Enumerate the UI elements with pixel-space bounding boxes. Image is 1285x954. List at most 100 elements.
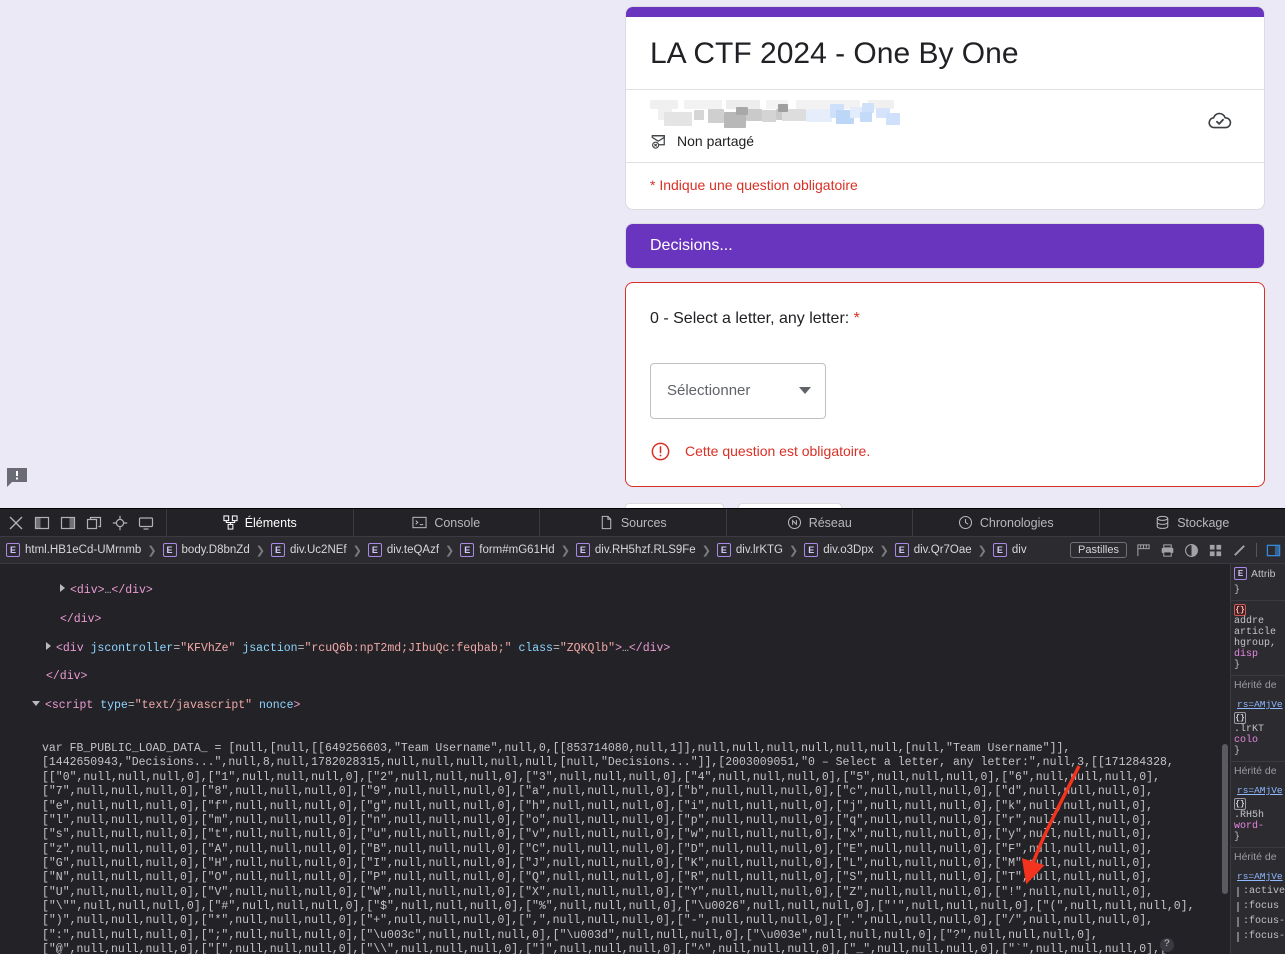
tab-network[interactable]: Réseau xyxy=(727,509,914,536)
help-badge[interactable]: ? xyxy=(1160,938,1174,952)
css-property[interactable]: word- xyxy=(1234,821,1282,832)
tab-console[interactable]: Console xyxy=(354,509,541,536)
contrast-icon[interactable] xyxy=(1184,543,1199,558)
share-status-row: Non partagé xyxy=(650,132,1200,150)
css-rule-block[interactable]: rs=AMjVe {} .lrKT colo } xyxy=(1231,694,1285,762)
page-title: LA CTF 2024 - One By One xyxy=(650,35,1240,73)
css-rules-pane[interactable]: E Attrib } {} addre article hgroup, disp… xyxy=(1230,564,1285,954)
css-rule-block[interactable]: {} addre article hgroup, disp } xyxy=(1231,601,1285,676)
sources-icon xyxy=(599,515,614,530)
markup-line[interactable]: </div> xyxy=(0,613,1230,627)
tab-console-label: Console xyxy=(434,516,480,530)
dock-right-icon[interactable] xyxy=(60,515,76,531)
markup-line[interactable]: </div> xyxy=(0,670,1230,684)
tab-timelines[interactable]: Chronologies xyxy=(913,509,1100,536)
breadcrumb-item[interactable]: Ediv.RH5hzf.RLS9Fe xyxy=(570,543,702,557)
share-status-label: Non partagé xyxy=(677,133,754,149)
tab-elements[interactable]: Éléments xyxy=(167,509,354,536)
expand-twisty-icon[interactable] xyxy=(60,584,65,592)
css-property[interactable]: colo xyxy=(1234,735,1282,746)
markup-line[interactable]: <script type="text/javascript" nonce> xyxy=(0,699,1230,713)
breadcrumb-item[interactable]: Eform#mG61Hd xyxy=(454,543,560,557)
chevron-down-icon xyxy=(799,387,811,394)
pseudo-class-row[interactable]: :focus xyxy=(1234,899,1282,914)
tab-sources[interactable]: Sources xyxy=(540,509,727,536)
question-card: 0 - Select a letter, any letter: * Sélec… xyxy=(625,282,1265,487)
collapse-twisty-icon[interactable] xyxy=(32,701,40,706)
pseudo-class-row[interactable]: :active xyxy=(1234,884,1282,899)
element-badge: E xyxy=(895,543,909,557)
css-rule-block[interactable]: rs=AMjVe {} .RH5h word- } xyxy=(1231,780,1285,848)
breadcrumb-item[interactable]: Ediv xyxy=(987,543,1033,557)
css-close-brace: } xyxy=(1234,660,1282,671)
breadcrumb-item[interactable]: Ediv.o3Dpx xyxy=(798,543,879,557)
pseudo-class-label: :focus- xyxy=(1243,931,1285,942)
markup-line[interactable]: <div>…</div> xyxy=(0,584,1230,598)
ruler-icon[interactable] xyxy=(1136,543,1151,558)
checkbox-icon[interactable] xyxy=(1237,887,1239,897)
markup-view[interactable]: <div>…</div> </div> <div jscontroller="K… xyxy=(0,564,1230,954)
css-selector: article xyxy=(1234,627,1282,638)
grid-icon[interactable] xyxy=(1208,543,1223,558)
breadcrumb-label: form#mG61Hd xyxy=(479,544,554,556)
dock-left-icon[interactable] xyxy=(34,515,50,531)
question-text: 0 - Select a letter, any letter: xyxy=(650,310,849,327)
checkbox-icon[interactable] xyxy=(1237,917,1239,927)
css-rule-block[interactable]: } xyxy=(1231,582,1285,601)
split-view-icon[interactable] xyxy=(1266,543,1281,558)
letter-select-dropdown[interactable]: Sélectionner xyxy=(650,363,826,419)
rule-badge: {} xyxy=(1234,604,1246,616)
checkbox-icon[interactable] xyxy=(1237,932,1239,942)
element-badge: E xyxy=(6,543,20,557)
markup-scrollbar[interactable] xyxy=(1222,744,1228,894)
css-source-link[interactable]: rs=AMjVe xyxy=(1234,869,1282,884)
expand-twisty-icon[interactable] xyxy=(46,642,51,650)
form-header-card: LA CTF 2024 - One By One xyxy=(625,6,1265,210)
css-selector: .RH5h xyxy=(1234,810,1264,821)
breadcrumb-item[interactable]: Ehtml.HB1eCd-UMrnmb xyxy=(0,543,147,557)
inherited-label: Hérité de xyxy=(1231,848,1285,866)
required-note: * Indique une question obligatoire xyxy=(650,177,1240,193)
element-badge: E xyxy=(163,543,177,557)
separate-window-icon[interactable] xyxy=(86,515,102,531)
breadcrumb: Ehtml.HB1eCd-UMrnmb ❯ Ebody.D8bnZd ❯ Edi… xyxy=(0,537,1285,564)
breadcrumb-item[interactable]: Ebody.D8bnZd xyxy=(157,543,256,557)
rules-pane-header-label: Attrib xyxy=(1251,568,1276,580)
markup-line[interactable]: <div jscontroller="KFVhZe" jsaction="rcu… xyxy=(0,642,1230,656)
css-source-link[interactable]: rs=AMjVe xyxy=(1234,697,1282,712)
tab-elements-label: Éléments xyxy=(245,516,297,530)
required-asterisk: * xyxy=(854,310,860,327)
breadcrumb-item[interactable]: Ediv.Qr7Oae xyxy=(889,543,978,557)
pseudo-class-row[interactable]: :focus- xyxy=(1234,914,1282,929)
toolbar-divider xyxy=(1256,543,1257,557)
css-property[interactable]: disp xyxy=(1234,649,1282,660)
pseudo-class-row[interactable]: :focus- xyxy=(1234,929,1282,944)
breadcrumb-item[interactable]: Ediv.lrKTG xyxy=(711,543,789,557)
element-badge: E xyxy=(804,543,818,557)
validation-error-row: Cette question est obligatoire. xyxy=(650,441,1240,462)
responsive-design-icon[interactable] xyxy=(138,515,154,531)
breadcrumb-item[interactable]: Ediv.teQAzf xyxy=(362,543,445,557)
breadcrumb-label: div.teQAzf xyxy=(387,544,439,556)
form-title-wrap: LA CTF 2024 - One By One xyxy=(626,17,1264,83)
tab-storage[interactable]: Stockage xyxy=(1100,509,1285,536)
pastilles-button[interactable]: Pastilles xyxy=(1070,542,1127,558)
breadcrumb-separator-icon: ❯ xyxy=(880,544,889,557)
breadcrumb-separator-icon: ❯ xyxy=(147,544,156,557)
breadcrumb-item[interactable]: Ediv.Uc2NEf xyxy=(265,543,353,557)
breadcrumb-label: div.o3Dpx xyxy=(823,544,873,556)
breadcrumb-separator-icon: ❯ xyxy=(978,544,987,557)
pseudo-class-block[interactable]: rs=AMjVe :active :focus :focus- :focus- xyxy=(1231,866,1285,948)
inspect-picker-icon[interactable] xyxy=(112,515,128,531)
css-source-link[interactable]: rs=AMjVe xyxy=(1234,783,1282,798)
validation-error-text: Cette question est obligatoire. xyxy=(685,443,870,459)
pencil-icon[interactable] xyxy=(1232,543,1247,558)
cloud-done-icon[interactable] xyxy=(1200,100,1240,140)
checkbox-icon[interactable] xyxy=(1237,902,1239,912)
feedback-icon[interactable] xyxy=(6,467,28,489)
breadcrumb-label: div xyxy=(1012,544,1027,556)
close-icon[interactable] xyxy=(8,515,24,531)
print-icon[interactable] xyxy=(1160,543,1175,558)
form-owner-row: Non partagé xyxy=(626,90,1264,162)
section-title-bar: Decisions... xyxy=(626,224,1264,268)
